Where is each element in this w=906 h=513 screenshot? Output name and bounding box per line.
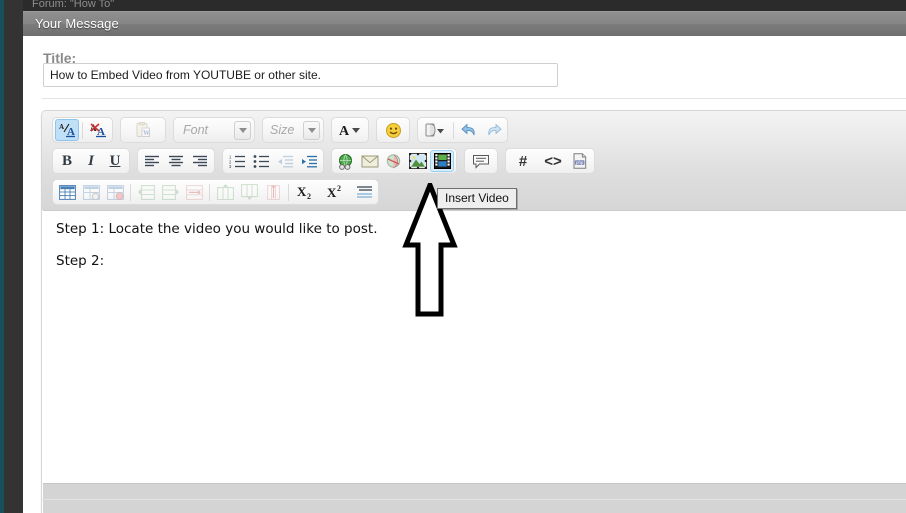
insert-quote-icon[interactable] <box>469 150 493 172</box>
align-center-icon[interactable] <box>164 150 188 172</box>
redo-icon[interactable] <box>481 119 505 141</box>
font-size-dropdown[interactable]: Size <box>262 117 324 143</box>
toolbar-row-1: A A A A <box>52 115 906 145</box>
remove-link-icon[interactable] <box>382 150 406 172</box>
toolbar-group-table: X 2 X 2 <box>52 179 379 205</box>
svg-text:X: X <box>327 185 337 200</box>
unordered-list-icon[interactable] <box>249 150 273 172</box>
toolbar-group-format: A A A A <box>52 117 113 143</box>
svg-text:A: A <box>339 124 350 138</box>
bold-glyph: B <box>61 152 72 169</box>
font-family-label: Font <box>183 123 209 137</box>
svg-text:2: 2 <box>307 192 311 200</box>
toolbar-group-lists: 1 2 3 <box>222 148 324 174</box>
font-size-label: Size <box>270 123 295 137</box>
align-right-icon[interactable] <box>188 150 212 172</box>
title-input[interactable] <box>43 63 558 87</box>
toolbar-group-insert <box>331 148 457 174</box>
insert-video-icon[interactable] <box>430 150 454 172</box>
outdent-icon[interactable] <box>273 150 297 172</box>
emoticon-icon[interactable] <box>381 119 405 141</box>
subscript-icon[interactable]: X 2 <box>292 181 322 203</box>
form-body: Title: A A <box>23 36 906 513</box>
attachment-icon[interactable] <box>420 119 450 141</box>
insert-column-before-icon[interactable] <box>213 181 237 203</box>
insert-email-icon[interactable] <box>358 150 382 172</box>
horizontal-rule-icon[interactable] <box>352 181 376 203</box>
toolbar-separator <box>130 183 131 201</box>
page-root: Forum: "How To" Your Message Title: A <box>0 0 906 513</box>
underline-icon[interactable]: U <box>103 150 127 172</box>
code-glyph: <> <box>544 152 562 170</box>
insert-row-after-icon[interactable] <box>158 181 182 203</box>
align-left-icon[interactable] <box>140 150 164 172</box>
insert-image-icon[interactable] <box>406 150 430 172</box>
top-strip: Forum: "How To" <box>23 0 906 11</box>
breadcrumb[interactable]: Forum: "How To" <box>32 0 114 11</box>
divider-below-editor <box>42 499 906 500</box>
insert-link-icon[interactable] <box>334 150 358 172</box>
page-title: Your Message <box>35 16 119 31</box>
insert-table-icon[interactable] <box>55 181 79 203</box>
chevron-down-icon[interactable] <box>303 120 320 140</box>
hash-glyph: # <box>518 152 528 170</box>
divider-above-editor <box>42 98 906 99</box>
delete-column-icon[interactable] <box>261 181 285 203</box>
svg-text:2: 2 <box>337 184 341 193</box>
remove-formatting-icon[interactable]: A A <box>86 119 110 141</box>
undo-icon[interactable] <box>457 119 481 141</box>
superscript-icon[interactable]: X 2 <box>322 181 352 203</box>
italic-glyph: I <box>88 152 94 169</box>
svg-text:W: W <box>143 129 150 137</box>
toolbar-row-2: B I U 1 2 3 # <> php <box>52 146 906 176</box>
editor-status-bar <box>43 483 906 513</box>
panel-header: Your Message <box>23 11 906 36</box>
delete-row-icon[interactable] <box>182 181 206 203</box>
toolbar-group-attach-undo <box>417 117 508 143</box>
toolbar-group-paste: W <box>120 117 166 143</box>
toolbar-group-color: A <box>331 117 369 143</box>
insert-php-icon[interactable]: php <box>568 150 592 172</box>
format-painter-icon[interactable]: A A <box>55 119 79 141</box>
svg-text:X: X <box>297 184 307 199</box>
insert-column-after-icon[interactable] <box>237 181 261 203</box>
tooltip-insert-video: Insert Video <box>437 188 517 209</box>
chevron-down-icon[interactable] <box>234 120 251 140</box>
svg-text:3: 3 <box>229 164 232 168</box>
delete-table-icon[interactable] <box>103 181 127 203</box>
toolbar-separator <box>209 183 210 201</box>
editor-content-area[interactable]: Step 1: Locate the video you would like … <box>43 210 906 485</box>
left-edge-dark-panel <box>4 0 23 513</box>
toolbar-group-quote <box>464 148 498 174</box>
toolbar-group-emoticon <box>376 117 410 143</box>
italic-icon[interactable]: I <box>79 150 103 172</box>
insert-heading-icon[interactable]: # <box>508 150 538 172</box>
content-line-2: Step 2: <box>56 253 105 269</box>
toolbar-group-biu: B I U <box>52 148 130 174</box>
content-line-1: Step 1: Locate the video you would like … <box>56 221 378 237</box>
insert-row-before-icon[interactable] <box>134 181 158 203</box>
underline-glyph: U <box>109 152 121 169</box>
font-family-dropdown[interactable]: Font <box>173 117 255 143</box>
bold-icon[interactable]: B <box>55 150 79 172</box>
table-properties-icon[interactable] <box>79 181 103 203</box>
toolbar-group-align <box>137 148 215 174</box>
svg-text:A: A <box>59 123 64 131</box>
toolbar-separator <box>82 121 83 139</box>
indent-icon[interactable] <box>297 150 321 172</box>
paste-from-word-icon[interactable]: W <box>131 119 155 141</box>
ordered-list-icon[interactable]: 1 2 3 <box>225 150 249 172</box>
svg-text:php: php <box>576 160 584 165</box>
toolbar-group-code: # <> php <box>505 148 595 174</box>
text-color-icon[interactable]: A <box>335 119 365 141</box>
toolbar-separator <box>288 183 289 201</box>
rich-text-editor: A A A A <box>41 110 906 513</box>
insert-code-icon[interactable]: <> <box>538 150 568 172</box>
content-blank-line <box>56 237 906 253</box>
toolbar-separator <box>453 121 454 139</box>
